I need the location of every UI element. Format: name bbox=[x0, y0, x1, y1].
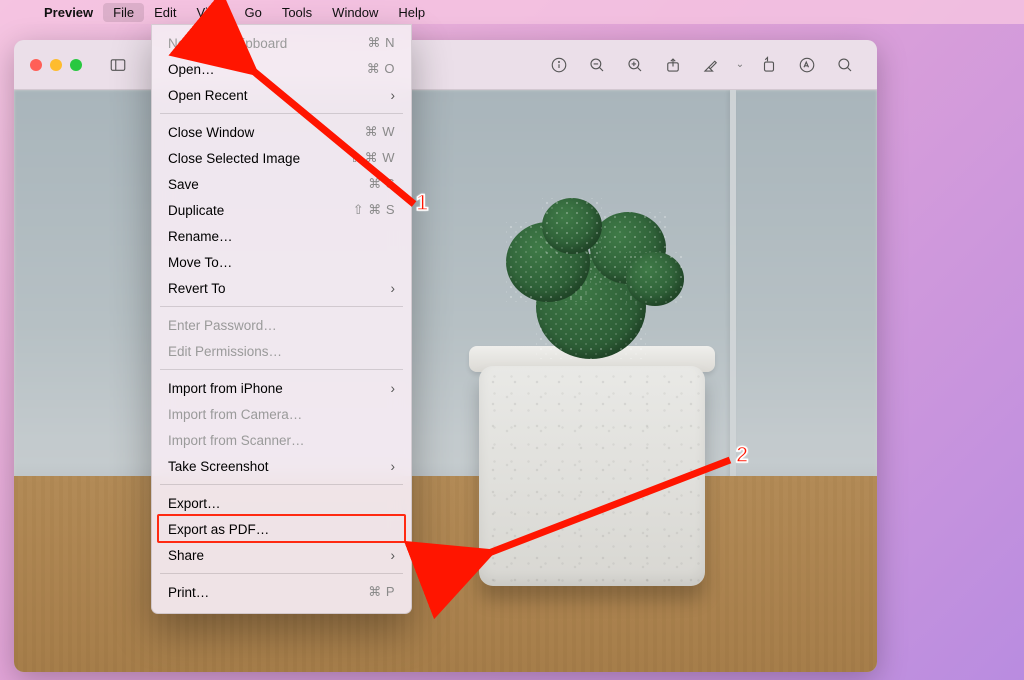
menu-item-shortcut: ⇧ ⌘ S bbox=[353, 202, 395, 218]
menu-view[interactable]: View bbox=[187, 3, 235, 22]
menu-item-label: Share bbox=[168, 548, 391, 563]
menu-item-shortcut: ⇧ ⌘ W bbox=[349, 150, 395, 166]
image-wall-edge bbox=[730, 90, 736, 482]
menu-item-label: Print… bbox=[168, 585, 368, 600]
zoom-in-icon[interactable] bbox=[619, 51, 651, 79]
menu-item-label: Take Screenshot bbox=[168, 459, 391, 474]
menu-item-label: Close Selected Image bbox=[168, 151, 349, 166]
share-icon[interactable] bbox=[657, 51, 689, 79]
menu-item-label: Duplicate bbox=[168, 203, 353, 218]
menu-item-rename[interactable]: Rename… bbox=[152, 223, 411, 249]
zoom-window-button[interactable] bbox=[70, 59, 82, 71]
info-icon[interactable] bbox=[543, 51, 575, 79]
menu-item-shortcut: ⌘ O bbox=[367, 61, 395, 77]
menu-item-label: Revert To bbox=[168, 281, 391, 296]
menu-item-export[interactable]: Export… bbox=[152, 490, 411, 516]
menu-item-label: Move To… bbox=[168, 255, 395, 270]
window-toolbar: ⌄ bbox=[14, 40, 877, 90]
menu-item-open-recent[interactable]: Open Recent› bbox=[152, 82, 411, 108]
menu-item-label: Close Window bbox=[168, 125, 365, 140]
menu-item-revert-to[interactable]: Revert To› bbox=[152, 275, 411, 301]
image-wooden-table bbox=[14, 476, 877, 672]
menu-item-shortcut: ⌘ P bbox=[368, 584, 395, 600]
rotate-icon[interactable] bbox=[753, 51, 785, 79]
menu-item-share[interactable]: Share› bbox=[152, 542, 411, 568]
menu-item-label: Open Recent bbox=[168, 88, 391, 103]
chevron-right-icon: › bbox=[391, 548, 396, 563]
menu-edit[interactable]: Edit bbox=[144, 3, 186, 22]
menu-item-duplicate[interactable]: Duplicate⇧ ⌘ S bbox=[152, 197, 411, 223]
menu-item-shortcut: ⌘ W bbox=[365, 124, 395, 140]
zoom-out-icon[interactable] bbox=[581, 51, 613, 79]
chevron-right-icon: › bbox=[391, 459, 396, 474]
menubar: Preview File Edit View Go Tools Window H… bbox=[0, 0, 1024, 24]
menu-item-import-from-scanner: Import from Scanner… bbox=[152, 427, 411, 453]
menu-item-shortcut: ⌘ N bbox=[368, 35, 396, 51]
sidebar-toggle-icon[interactable] bbox=[102, 51, 134, 79]
menu-item-label: Export as PDF… bbox=[168, 522, 395, 537]
menu-item-save[interactable]: Save⌘ S bbox=[152, 171, 411, 197]
markup-icon[interactable] bbox=[791, 51, 823, 79]
menu-item-close-selected-image[interactable]: Close Selected Image⇧ ⌘ W bbox=[152, 145, 411, 171]
highlight-icon[interactable] bbox=[695, 51, 727, 79]
menu-item-export-as-pdf[interactable]: Export as PDF… bbox=[152, 516, 411, 542]
menu-item-label: Import from iPhone bbox=[168, 381, 391, 396]
menu-item-import-from-iphone[interactable]: Import from iPhone› bbox=[152, 375, 411, 401]
menu-item-shortcut: ⌘ S bbox=[368, 176, 395, 192]
menu-item-label: New from Clipboard bbox=[168, 36, 368, 51]
file-menu-dropdown: New from Clipboard⌘ NOpen…⌘ OOpen Recent… bbox=[151, 24, 412, 614]
menu-window[interactable]: Window bbox=[322, 3, 388, 22]
traffic-lights bbox=[30, 59, 82, 71]
menu-item-enter-password: Enter Password… bbox=[152, 312, 411, 338]
menu-item-print[interactable]: Print…⌘ P bbox=[152, 579, 411, 605]
menu-file[interactable]: File bbox=[103, 3, 144, 22]
image-cactus bbox=[506, 198, 678, 358]
menu-item-open[interactable]: Open…⌘ O bbox=[152, 56, 411, 82]
chevron-right-icon: › bbox=[391, 381, 396, 396]
menu-item-take-screenshot[interactable]: Take Screenshot› bbox=[152, 453, 411, 479]
menu-item-move-to[interactable]: Move To… bbox=[152, 249, 411, 275]
menu-item-label: Enter Password… bbox=[168, 318, 395, 333]
image-viewport bbox=[14, 90, 877, 672]
menu-go[interactable]: Go bbox=[234, 3, 271, 22]
image-pot bbox=[479, 366, 705, 586]
minimize-window-button[interactable] bbox=[50, 59, 62, 71]
chevron-right-icon: › bbox=[391, 88, 396, 103]
menu-item-label: Save bbox=[168, 177, 368, 192]
menu-item-label: Edit Permissions… bbox=[168, 344, 395, 359]
menu-item-edit-permissions: Edit Permissions… bbox=[152, 338, 411, 364]
preview-window: ⌄ bbox=[14, 40, 877, 672]
menu-item-import-from-camera: Import from Camera… bbox=[152, 401, 411, 427]
menu-item-label: Rename… bbox=[168, 229, 395, 244]
menu-item-new-from-clipboard: New from Clipboard⌘ N bbox=[152, 30, 411, 56]
chevron-right-icon: › bbox=[391, 281, 396, 296]
close-window-button[interactable] bbox=[30, 59, 42, 71]
menu-item-label: Open… bbox=[168, 62, 367, 77]
highlight-dropdown-icon[interactable]: ⌄ bbox=[733, 59, 747, 70]
search-icon[interactable] bbox=[829, 51, 861, 79]
menu-tools[interactable]: Tools bbox=[272, 3, 322, 22]
menu-help[interactable]: Help bbox=[388, 3, 435, 22]
menu-item-label: Export… bbox=[168, 496, 395, 511]
menu-item-label: Import from Scanner… bbox=[168, 433, 395, 448]
menu-app-name[interactable]: Preview bbox=[34, 3, 103, 22]
menu-item-close-window[interactable]: Close Window⌘ W bbox=[152, 119, 411, 145]
menu-item-label: Import from Camera… bbox=[168, 407, 395, 422]
